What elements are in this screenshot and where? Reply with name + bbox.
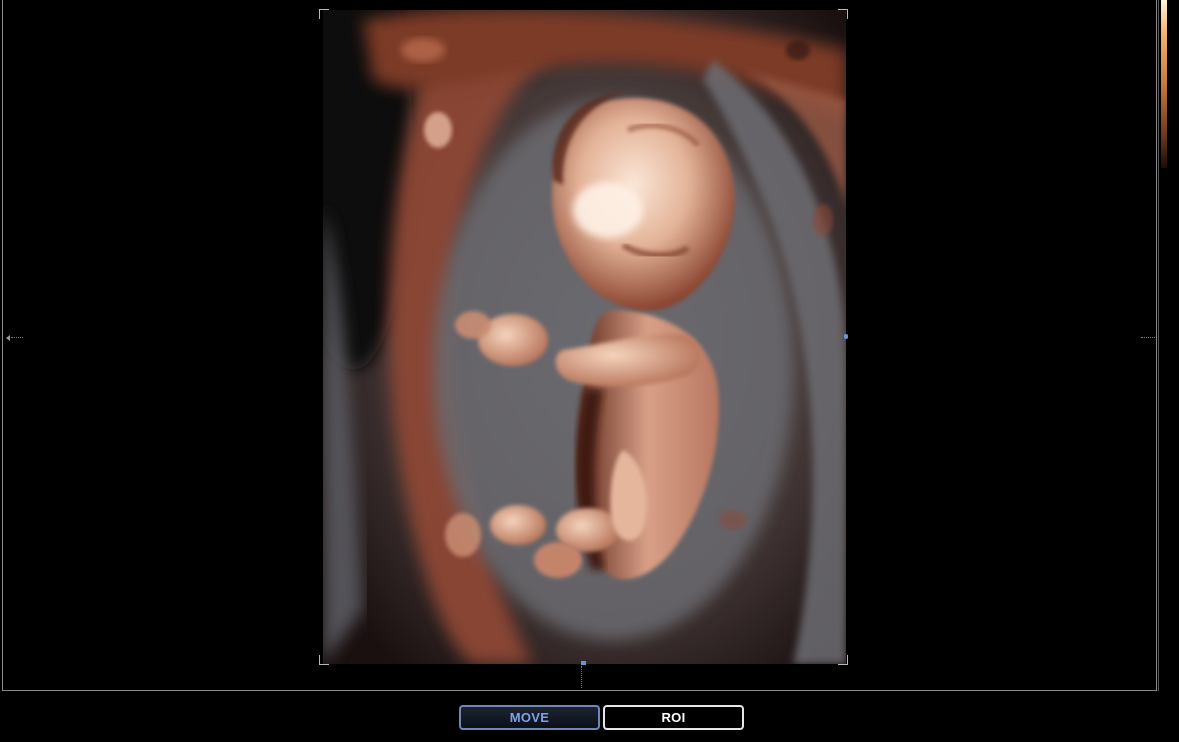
triangle-left-marker-icon xyxy=(6,335,10,341)
render-colorbar-icon xyxy=(1161,0,1167,168)
fetal-render-svg xyxy=(323,10,846,664)
mode-controls: MOVE ROI xyxy=(459,705,744,730)
roi-button[interactable]: ROI xyxy=(603,705,744,730)
bottom-center-guide xyxy=(581,666,582,688)
roi-corner-bottom-right[interactable] xyxy=(838,655,848,665)
roi-right-handle[interactable] xyxy=(844,334,848,339)
move-button[interactable]: MOVE xyxy=(459,705,600,730)
roi-corner-bottom-left[interactable] xyxy=(319,655,329,665)
roi-corner-top-right[interactable] xyxy=(838,9,848,19)
roi-corner-top-left[interactable] xyxy=(319,9,329,19)
right-center-guide xyxy=(1141,337,1156,338)
fetal-3d-render-image[interactable] xyxy=(323,10,846,664)
viewport-right-divider xyxy=(1158,0,1159,691)
left-center-guide xyxy=(11,337,23,338)
ultrasound-3d-viewport[interactable] xyxy=(2,0,1157,691)
roi-bottom-handle[interactable] xyxy=(581,661,586,665)
